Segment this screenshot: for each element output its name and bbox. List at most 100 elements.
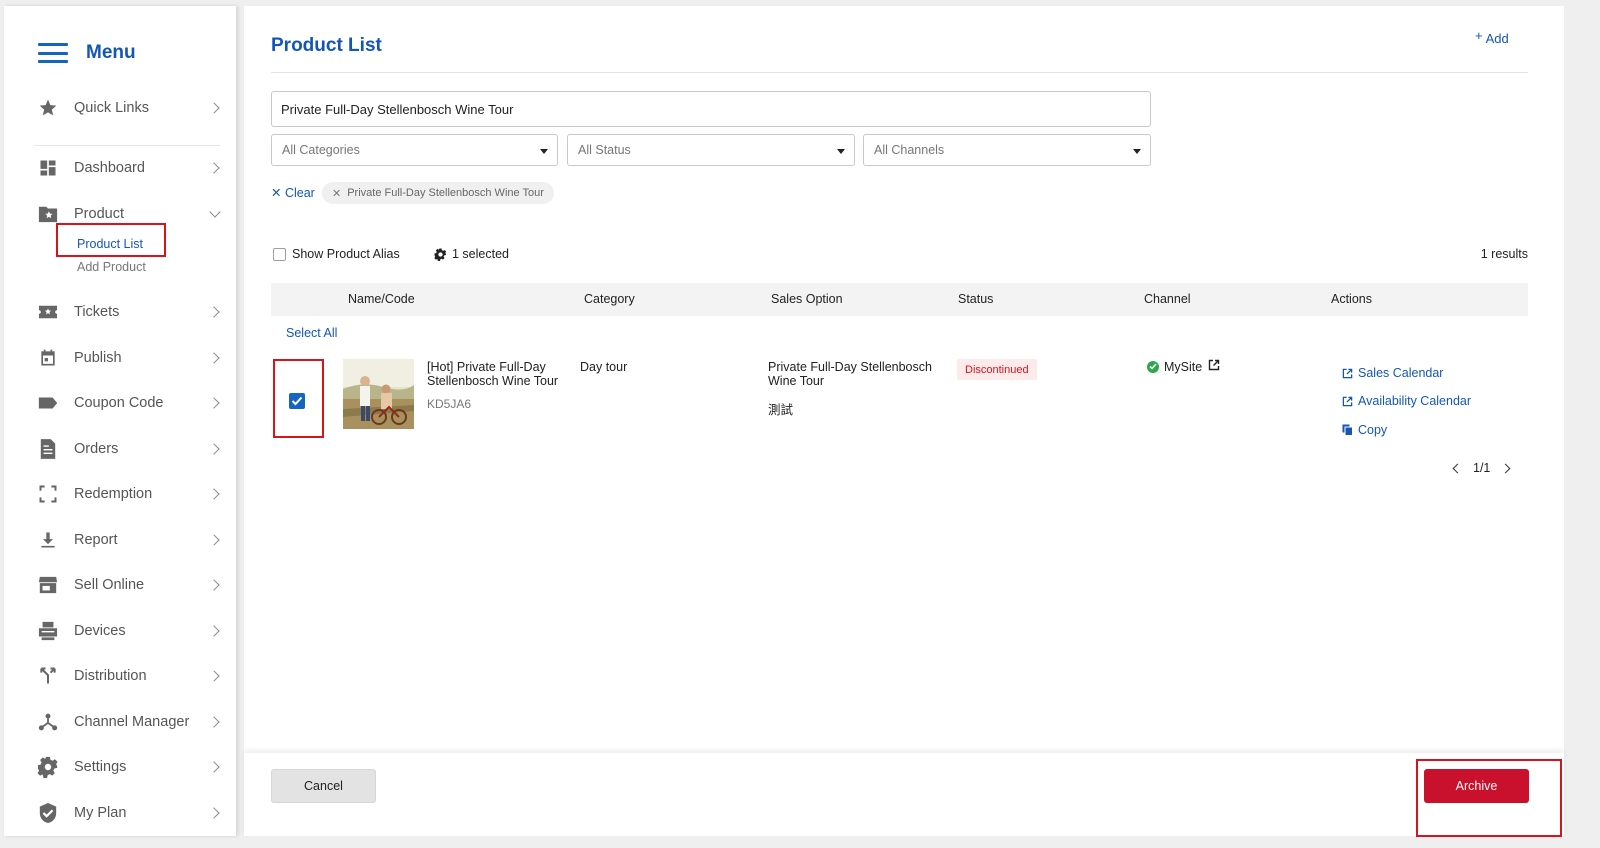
selection-settings-button[interactable]: 1 selected <box>434 247 509 261</box>
sidebar-item-distribution[interactable]: Distribution <box>4 658 236 694</box>
caret-down-icon <box>837 149 845 154</box>
check-circle-icon <box>1147 360 1159 373</box>
sidebar-item-label: Channel Manager <box>74 714 190 730</box>
sidebar-item-label: Distribution <box>74 668 147 684</box>
show-alias-checkbox[interactable] <box>273 248 286 261</box>
chevron-right-icon <box>208 352 220 364</box>
ticket-icon <box>37 301 59 323</box>
availability-calendar-link[interactable]: Availability Calendar <box>1342 394 1471 408</box>
filter-chip: ✕ Private Full-Day Stellenbosch Wine Tour <box>322 182 554 204</box>
add-button[interactable]: + Add <box>1475 28 1509 46</box>
column-header-actions: Actions <box>1331 292 1372 306</box>
caret-down-icon <box>1133 149 1141 154</box>
hamburger-menu-icon[interactable] <box>38 43 68 63</box>
chevron-right-icon <box>208 443 220 455</box>
sidebar-item-report[interactable]: Report <box>4 522 236 558</box>
product-category: Day tour <box>580 360 628 374</box>
sidebar-item-orders[interactable]: Orders <box>4 431 236 467</box>
sidebar-item-label: Redemption <box>74 486 153 502</box>
sidebar-item-publish[interactable]: Publish <box>4 340 236 376</box>
sales-option-alt: 測試 <box>768 403 794 417</box>
calendar-icon <box>37 347 59 369</box>
table-header: Name/Code Category Sales Option Status C… <box>271 283 1528 316</box>
sidebar-item-my-plan[interactable]: My Plan <box>4 795 236 831</box>
sales-calendar-label: Sales Calendar <box>1358 366 1444 380</box>
printer-icon <box>37 620 59 642</box>
sidebar-item-dashboard[interactable]: Dashboard <box>4 150 236 186</box>
sidebar-item-label: Publish <box>74 350 122 366</box>
sidebar-item-redemption[interactable]: Redemption <box>4 476 236 512</box>
plus-icon: + <box>1475 28 1483 43</box>
channel-name: MySite <box>1164 359 1203 374</box>
chevron-right-icon <box>208 761 220 773</box>
column-header-channel: Channel <box>1144 292 1191 306</box>
folder-star-icon <box>37 203 59 225</box>
chevron-right-icon <box>208 162 220 174</box>
chevron-right-icon <box>208 670 220 682</box>
sidebar-item-quick-links[interactable]: Quick Links <box>4 90 236 126</box>
sidebar-item-settings[interactable]: Settings <box>4 749 236 785</box>
chevron-right-icon <box>208 488 220 500</box>
product-name[interactable]: [Hot] Private Full-Day Stellenbosch Wine… <box>427 360 567 388</box>
channel-select[interactable]: All Channels <box>863 134 1151 166</box>
sidebar-subitem-add-product[interactable]: Add Product <box>77 260 146 274</box>
channel-cell: MySite <box>1147 359 1220 374</box>
column-header-status: Status <box>958 292 994 306</box>
chevron-right-icon <box>208 534 220 546</box>
dashboard-icon <box>37 157 59 179</box>
document-icon <box>37 438 59 460</box>
sidebar-item-label: Product <box>74 206 124 222</box>
menu-header[interactable]: Menu <box>38 42 136 64</box>
chevron-right-icon <box>208 579 220 591</box>
select-all-link[interactable]: Select All <box>286 326 337 340</box>
star-icon <box>37 97 59 119</box>
tag-icon <box>37 392 59 414</box>
add-label: Add <box>1485 31 1509 46</box>
product-code: KD5JA6 <box>427 397 472 411</box>
channel-select-value: All Channels <box>874 143 945 157</box>
chevron-right-icon <box>208 716 220 728</box>
sidebar-item-label: Orders <box>74 441 119 457</box>
chevron-right-icon <box>208 625 220 637</box>
category-select[interactable]: All Categories <box>271 134 558 166</box>
chevron-left-icon[interactable] <box>1452 463 1463 473</box>
chip-close-icon[interactable]: ✕ <box>332 187 341 200</box>
availability-calendar-label: Availability Calendar <box>1358 394 1472 408</box>
sidebar-item-channel-manager[interactable]: Channel Manager <box>4 704 236 740</box>
sidebar-item-coupon-code[interactable]: Coupon Code <box>4 385 236 421</box>
sidebar-item-label: Tickets <box>74 304 120 320</box>
sidebar-item-tickets[interactable]: Tickets <box>4 294 236 330</box>
category-select-value: All Categories <box>282 143 360 157</box>
search-input[interactable] <box>271 91 1151 127</box>
status-select[interactable]: All Status <box>567 134 855 166</box>
chevron-right-icon[interactable] <box>1500 463 1511 473</box>
results-count: 1 results <box>1480 247 1528 261</box>
column-header-name: Name/Code <box>348 292 415 306</box>
external-link-icon[interactable] <box>1208 359 1220 374</box>
sidebar-item-label: My Plan <box>74 805 127 821</box>
sales-calendar-link[interactable]: Sales Calendar <box>1342 366 1443 380</box>
external-link-icon <box>1342 396 1353 406</box>
copy-link[interactable]: Copy <box>1342 423 1387 437</box>
show-alias-label: Show Product Alias <box>292 247 400 261</box>
fork-icon <box>37 665 59 687</box>
chevron-right-icon <box>208 397 220 409</box>
highlight-box <box>56 223 166 257</box>
sidebar-item-sell-online[interactable]: Sell Online <box>4 567 236 603</box>
sidebar-item-label: Settings <box>74 759 127 775</box>
chevron-right-icon <box>208 102 220 114</box>
shield-check-icon <box>37 802 59 824</box>
clear-filters-link[interactable]: ✕ Clear <box>271 185 315 200</box>
main-panel: Product List +Add All Categories All Sta… <box>244 6 1564 836</box>
status-select-value: All Status <box>578 143 631 157</box>
external-link-icon <box>1342 368 1353 378</box>
sidebar-item-devices[interactable]: Devices <box>4 613 236 649</box>
product-thumbnail[interactable] <box>343 359 414 429</box>
sidebar-item-label: Quick Links <box>74 100 149 116</box>
sidebar-item-label: Report <box>74 532 118 548</box>
menu-title: Menu <box>86 42 136 63</box>
column-header-sales-option: Sales Option <box>771 292 843 306</box>
copy-icon <box>1342 424 1353 436</box>
cancel-button[interactable]: Cancel <box>271 769 376 803</box>
clear-label: Clear <box>284 186 315 200</box>
